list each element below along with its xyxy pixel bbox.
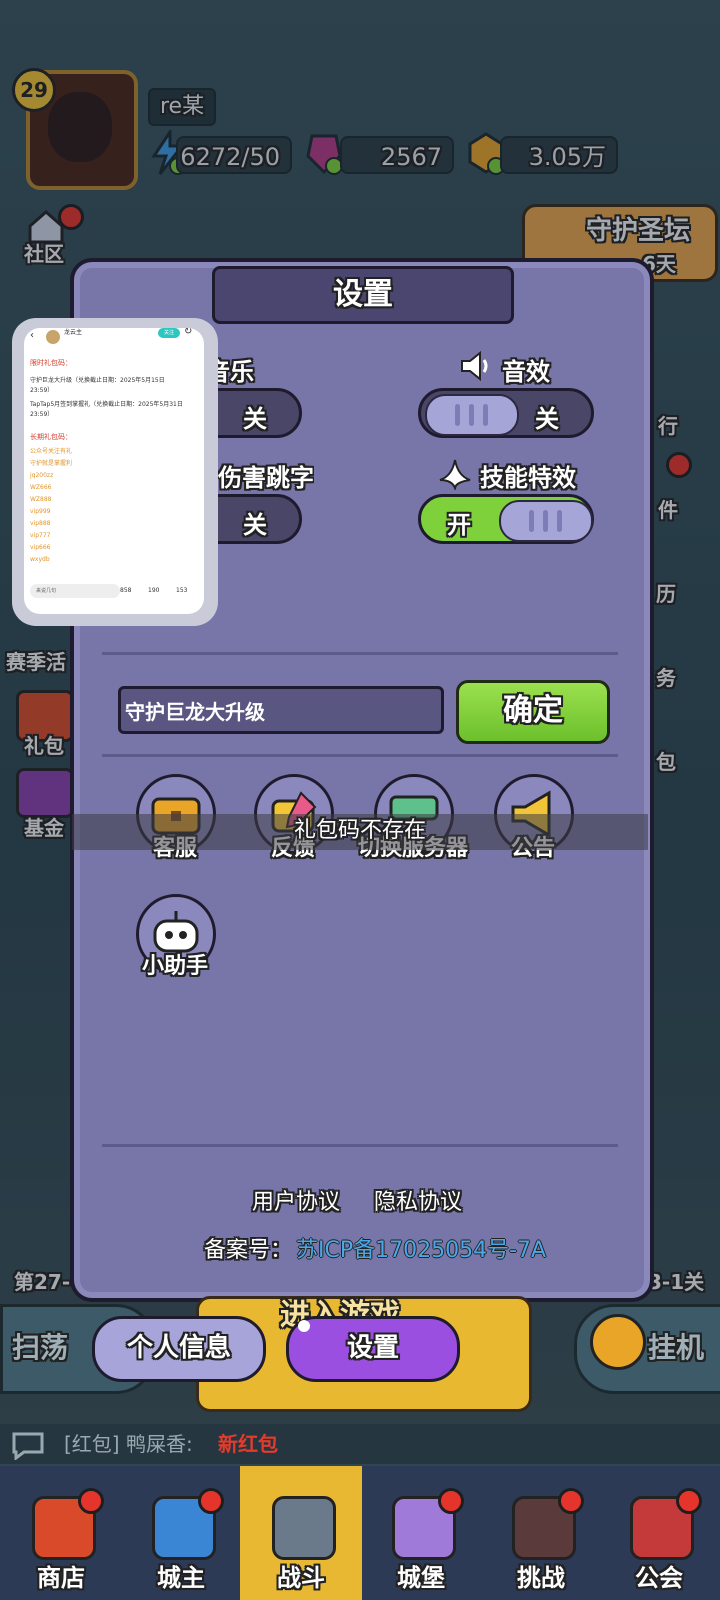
nav-battle[interactable]: 战斗 bbox=[242, 1466, 360, 1600]
nav-challenge-label: 挑战 bbox=[517, 1564, 565, 1592]
icp-label: 备案号： bbox=[204, 1238, 293, 1263]
music-toggle-state: 关 bbox=[243, 405, 267, 433]
code-item: vip888 bbox=[30, 520, 51, 527]
skill-effect-toggle[interactable]: 开 bbox=[418, 494, 594, 544]
code-item: vip999 bbox=[30, 508, 51, 515]
crossed-swords-icon bbox=[272, 1496, 336, 1560]
speaker-icon bbox=[461, 350, 488, 382]
follow-button[interactable]: 关注 bbox=[158, 328, 180, 338]
divider bbox=[102, 652, 618, 655]
sfx-toggle[interactable]: 关 bbox=[418, 388, 594, 438]
damage-toggle-state: 关 bbox=[243, 511, 267, 539]
author-name: 龙云主 bbox=[64, 329, 83, 336]
limited-code-2: TapTap5月签到掌握礼（兑换截止日期：2025年5月31日 23:59） bbox=[30, 401, 183, 418]
author-avatar bbox=[46, 330, 60, 344]
divider bbox=[102, 1144, 618, 1147]
idle-label: 挂机 bbox=[648, 1331, 705, 1364]
sweep-label: 扫荡 bbox=[12, 1331, 69, 1364]
back-icon[interactable]: ‹ bbox=[30, 330, 34, 341]
nav-challenge[interactable]: 挑战 bbox=[482, 1466, 600, 1600]
skill-toggle-knob[interactable] bbox=[499, 500, 593, 542]
code-item: WZ666 bbox=[30, 484, 52, 491]
skill-toggle-state: 开 bbox=[447, 511, 471, 539]
code-item: 公众号关注有礼 bbox=[30, 448, 73, 455]
floating-window-content[interactable]: ‹ 龙云主 关注 ↻ 限时礼包码： 守护巨龙大升级（兑换截止日期：2025年5月… bbox=[24, 328, 204, 614]
code-item: 守护就是掌握利 bbox=[30, 460, 73, 467]
divider bbox=[102, 754, 618, 757]
nav-shop-label: 商店 bbox=[37, 1564, 85, 1592]
user-agreement-link[interactable]: 用户协议 bbox=[252, 1184, 340, 1216]
limited-codes-title: 限时礼包码： bbox=[30, 359, 72, 367]
comments-count[interactable]: 153 bbox=[176, 586, 187, 596]
alarm-clock-icon bbox=[590, 1314, 646, 1370]
chat-highlight: 新红包 bbox=[218, 1432, 278, 1456]
icp-link[interactable]: 苏ICP备17025054号-7A bbox=[296, 1232, 546, 1264]
gift-code-input[interactable] bbox=[118, 686, 444, 734]
nav-lord[interactable]: 城主 bbox=[122, 1466, 240, 1600]
nav-castle[interactable]: 城堡 bbox=[362, 1466, 480, 1600]
tab-highlight bbox=[298, 1320, 310, 1332]
code-item: wxydb bbox=[30, 556, 50, 563]
privacy-policy-link[interactable]: 隐私协议 bbox=[374, 1184, 462, 1216]
chat-bar[interactable]: [红包] 鸭屎香: 新红包 bbox=[0, 1424, 720, 1464]
limited-code-1: 守护巨龙大升级（兑换截止日期：2025年5月15日 23:59） bbox=[30, 377, 165, 394]
chat-bubble-icon bbox=[12, 1432, 44, 1460]
long-codes-title: 长期礼包码： bbox=[30, 433, 72, 441]
code-item: WZ888 bbox=[30, 496, 52, 503]
nav-guild-label: 公会 bbox=[635, 1564, 683, 1592]
settings-tab[interactable]: 设置 bbox=[286, 1316, 460, 1382]
sfx-toggle-knob[interactable] bbox=[425, 394, 519, 436]
modal-title: 设置 bbox=[212, 266, 514, 324]
sparkle-icon bbox=[439, 459, 471, 490]
personal-info-tab[interactable]: 个人信息 bbox=[92, 1316, 266, 1382]
nav-castle-label: 城堡 bbox=[397, 1564, 445, 1592]
refresh-icon[interactable]: ↻ bbox=[184, 328, 192, 337]
comment-input[interactable]: 来说几句 bbox=[30, 584, 120, 598]
confirm-button[interactable]: 确定 bbox=[456, 680, 610, 744]
sfx-label: 音效 bbox=[502, 358, 550, 386]
code-item: jq200zz bbox=[30, 472, 54, 479]
code-item: vip777 bbox=[30, 532, 51, 539]
nav-guild[interactable]: 公会 bbox=[600, 1466, 718, 1600]
likes-count[interactable]: 858 bbox=[120, 586, 131, 596]
nav-battle-label: 战斗 bbox=[277, 1564, 325, 1592]
chat-prefix: [红包] 鸭屎香: bbox=[64, 1432, 193, 1456]
nav-shop[interactable]: 商店 bbox=[2, 1466, 120, 1600]
code-list: 公众号关注有礼 守护就是掌握利 jq200zz WZ666 WZ888 vip9… bbox=[30, 446, 72, 566]
skill-effect-label: 技能特效 bbox=[480, 464, 576, 492]
assistant-label: 小助手 bbox=[141, 954, 208, 979]
nav-lord-label: 城主 bbox=[157, 1564, 205, 1592]
sfx-toggle-state: 关 bbox=[535, 405, 559, 433]
damage-number-label: 伤害跳字 bbox=[218, 464, 314, 492]
toast-message: 礼包码不存在 bbox=[72, 814, 648, 850]
stars-count[interactable]: 190 bbox=[148, 586, 159, 596]
code-item: vip666 bbox=[30, 544, 51, 551]
